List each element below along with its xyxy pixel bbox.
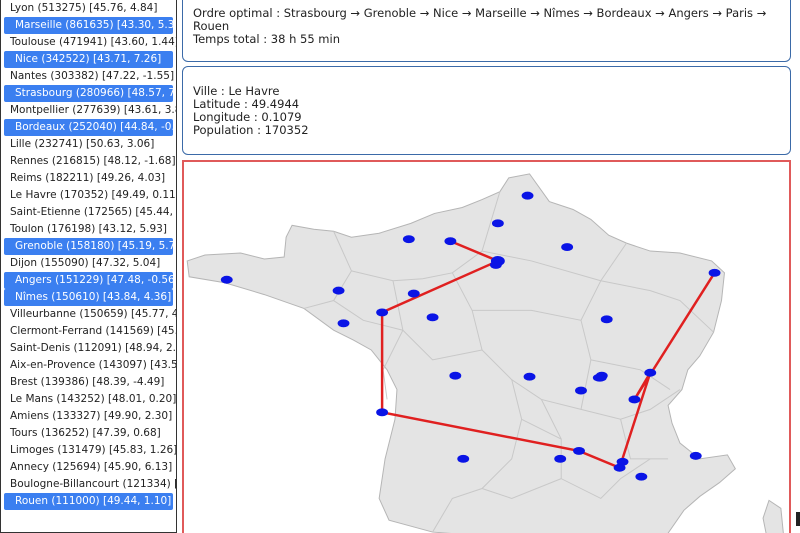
city-marker-clermont (523, 372, 536, 381)
city-marker-nice (689, 451, 702, 460)
city-list-item[interactable]: Lyon (513275) [45.76, 4.84] (1, 0, 176, 17)
city-list-item[interactable]: Saint-Denis (112091) [48.94, 2.36 (1, 340, 176, 357)
city-list-item[interactable]: Toulon (176198) [43.12, 5.93] (1, 221, 176, 238)
city-marker-marseille (613, 463, 626, 472)
city-marker-amiens (491, 219, 504, 228)
city-marker-rouen (444, 237, 457, 246)
city-list-item[interactable]: Strasbourg (280966) [48.57, 7.75 (4, 85, 173, 102)
city-list-item[interactable]: Bordeaux (252040) [44.84, -0.58] (4, 119, 173, 136)
city-list-item[interactable]: Brest (139386) [48.39, -4.49] (1, 374, 176, 391)
total-time-text: Temps total : 38 h 55 min (193, 32, 340, 46)
city-list-item[interactable]: Saint-Etienne (172565) [45.44, 4.3 (1, 204, 176, 221)
city-marker-dijon (600, 315, 613, 324)
city-list-item[interactable]: Nîmes (150610) [43.84, 4.36] (4, 289, 173, 306)
city-marker-reims (561, 243, 574, 252)
city-marker-toulon (635, 472, 648, 481)
city-marker-tours (426, 313, 439, 322)
window-edge-marker (796, 512, 800, 526)
city-marker-villeurbanne (595, 371, 608, 380)
city-list[interactable]: Lyon (513275) [45.76, 4.84] Marseille (86… (0, 0, 177, 533)
city-list-item[interactable]: Grenoble (158180) [45.19, 5.72] (4, 238, 173, 255)
city-list-item[interactable]: Le Havre (170352) [49.49, 0.11] (1, 187, 176, 204)
city-marker-saint-denis (489, 260, 502, 269)
optimal-order-text: Ordre optimal : Strasbourg → Grenoble → … (193, 6, 767, 33)
city-marker-strasbourg (708, 268, 721, 277)
city-list-item[interactable]: Clermont-Ferrand (141569) [45.78 (1, 323, 176, 340)
city-marker-bordeaux (376, 408, 389, 417)
city-list-item[interactable]: Angers (151229) [47.48, -0.56] (4, 272, 173, 289)
city-marker-nantes (337, 319, 350, 328)
city-list-item[interactable]: Aix-en-Provence (143097) [43.53, (1, 357, 176, 374)
route-result-panel: Ordre optimal : Strasbourg → Grenoble → … (182, 0, 791, 62)
city-list-item[interactable]: Nice (342522) [43.71, 7.26] (4, 51, 173, 68)
city-list-item[interactable]: Rennes (216815) [48.12, -1.68] (1, 153, 176, 170)
city-list-item[interactable]: Villeurbanne (150659) [45.77, 4.8 (1, 306, 176, 323)
city-list-item[interactable]: Marseille (861635) [43.30, 5.37] (4, 17, 173, 34)
city-list-item[interactable]: Reims (182211) [49.26, 4.03] (1, 170, 176, 187)
city-list-item[interactable]: Montpellier (277639) [43.61, 3.88] (1, 102, 176, 119)
map-view[interactable] (182, 160, 791, 533)
city-marker-angers (376, 308, 389, 317)
city-marker-saint-etienne (575, 386, 587, 395)
city-marker-grenoble (628, 395, 641, 404)
city-marker-limoges (449, 371, 462, 380)
city-list-item[interactable]: Nantes (303382) [47.22, -1.55] (1, 68, 176, 85)
city-marker-brest (220, 275, 233, 284)
city-list-item[interactable]: Lille (232741) [50.63, 3.06] (1, 136, 176, 153)
city-list-item[interactable]: Dijon (155090) [47.32, 5.04] (1, 255, 176, 272)
city-list-item[interactable]: Toulouse (471941) [43.60, 1.44] (1, 34, 176, 51)
city-list-item[interactable]: Boulogne-Billancourt (121334) [48 (1, 476, 176, 493)
city-marker-annecy (644, 368, 657, 377)
city-marker-montpellier (554, 454, 567, 463)
population-text: Population : 170352 (193, 123, 309, 137)
france-map[interactable] (184, 162, 789, 533)
city-info-panel: Ville : Le Havre Latitude : 49.4944 Long… (182, 66, 791, 155)
city-marker-le-havre (402, 235, 415, 244)
city-marker-rennes (332, 286, 345, 295)
city-list-item[interactable]: Amiens (133327) [49.90, 2.30] (1, 408, 176, 425)
city-marker-nimes (573, 446, 585, 455)
city-marker-lille (521, 191, 534, 200)
city-list-item[interactable]: Le Mans (143252) [48.01, 0.20] (1, 391, 176, 408)
city-list-item[interactable]: Rouen (111000) [49.44, 1.10] (4, 493, 173, 510)
city-list-item[interactable]: Limoges (131479) [45.83, 1.26] (1, 442, 176, 459)
city-list-item[interactable]: Annecy (125694) [45.90, 6.13] (1, 459, 176, 476)
city-marker-toulouse (457, 454, 470, 463)
france-outline (186, 173, 736, 533)
city-list-item[interactable]: Tours (136252) [47.39, 0.68] (1, 425, 176, 442)
corsica-outline (762, 499, 784, 533)
city-marker-le-mans (407, 289, 420, 298)
